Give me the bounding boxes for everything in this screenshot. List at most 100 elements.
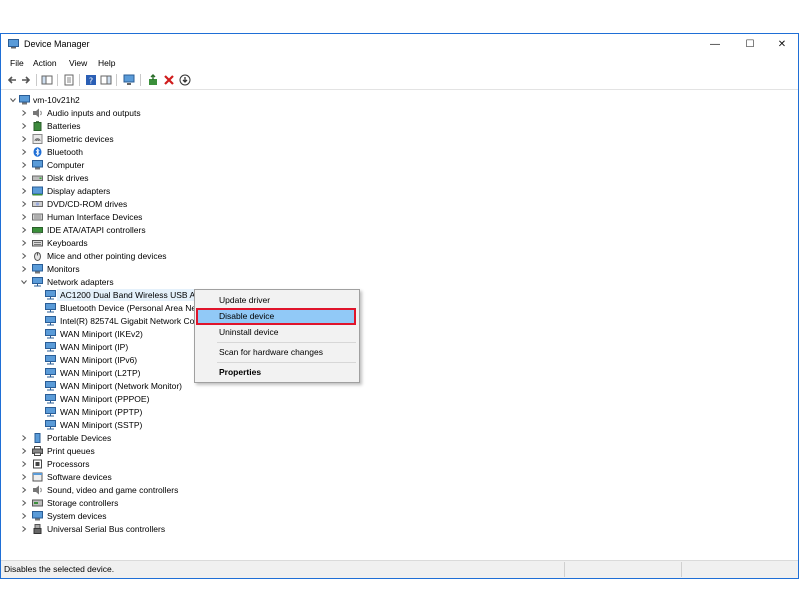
- chevron-right-icon[interactable]: [21, 435, 27, 441]
- back-arrow-icon[interactable]: [6, 74, 18, 86]
- display-adapter-icon: [32, 186, 43, 196]
- chevron-right-icon[interactable]: [21, 240, 27, 246]
- chevron-right-icon[interactable]: [21, 136, 27, 142]
- chevron-right-icon[interactable]: [21, 162, 27, 168]
- tree-category-hid[interactable]: Human Interface Devices: [1, 211, 401, 223]
- context-menu: Update driver Disable device Uninstall d…: [194, 289, 360, 383]
- battery-icon: [33, 121, 42, 131]
- tree-category-biometric[interactable]: Biometric devices: [1, 133, 401, 145]
- chevron-right-icon[interactable]: [21, 214, 27, 220]
- speaker-icon: [33, 485, 42, 495]
- chevron-down-icon[interactable]: [10, 97, 16, 103]
- network-adapter-icon: [45, 342, 56, 352]
- chevron-right-icon[interactable]: [21, 487, 27, 493]
- device-manager-window: Device Manager — ☐ ✕ File Action View He…: [0, 33, 799, 579]
- tree-root-label: vm-10v21h2: [33, 95, 80, 105]
- chevron-right-icon[interactable]: [21, 149, 27, 155]
- tree-category-mice[interactable]: Mice and other pointing devices: [1, 250, 401, 262]
- chevron-right-icon[interactable]: [21, 175, 27, 181]
- tree-root[interactable]: vm-10v21h2: [1, 94, 401, 106]
- menu-file[interactable]: File: [10, 58, 24, 68]
- network-adapter-icon: [45, 381, 56, 391]
- tree-category-label: Universal Serial Bus controllers: [47, 524, 166, 534]
- menu-item-label: Update driver: [219, 295, 271, 305]
- chevron-right-icon[interactable]: [21, 500, 27, 506]
- help-icon[interactable]: ?: [85, 74, 97, 86]
- menu-item-update-driver[interactable]: Update driver: [195, 293, 359, 307]
- menu-action[interactable]: Action: [33, 58, 57, 68]
- tree-device[interactable]: WAN Miniport (PPTP): [1, 406, 401, 418]
- chevron-right-icon[interactable]: [21, 188, 27, 194]
- status-bar: Disables the selected device.: [1, 560, 798, 578]
- menu-item-properties[interactable]: Properties: [195, 365, 359, 379]
- chevron-right-icon[interactable]: [21, 123, 27, 129]
- tree-category-system-devices[interactable]: System devices: [1, 510, 401, 522]
- tree-category-network-adapters[interactable]: Network adapters: [1, 276, 401, 288]
- chevron-right-icon[interactable]: [21, 266, 27, 272]
- chevron-right-icon[interactable]: [21, 526, 27, 532]
- tree-device[interactable]: WAN Miniport (PPPOE): [1, 393, 401, 405]
- tree-category-sound[interactable]: Sound, video and game controllers: [1, 484, 401, 496]
- title-bar[interactable]: Device Manager — ☐ ✕: [1, 34, 798, 55]
- menu-item-disable-device-text[interactable]: Disable device: [195, 309, 359, 323]
- properties-sheet-icon[interactable]: [63, 74, 75, 86]
- chevron-right-icon[interactable]: [21, 448, 27, 454]
- chevron-right-icon[interactable]: [21, 201, 27, 207]
- tree-category-ide[interactable]: IDE ATA/ATAPI controllers: [1, 224, 401, 236]
- show-hide-console-tree-icon[interactable]: [41, 74, 53, 86]
- network-adapter-icon: [45, 316, 56, 326]
- chevron-right-icon[interactable]: [21, 110, 27, 116]
- uninstall-device-icon[interactable]: [163, 74, 175, 86]
- network-adapter-icon: [45, 303, 56, 313]
- tree-category-audio[interactable]: Audio inputs and outputs: [1, 107, 401, 119]
- chevron-right-icon[interactable]: [21, 227, 27, 233]
- tree-category-processors[interactable]: Processors: [1, 458, 401, 470]
- forward-arrow-icon[interactable]: [20, 74, 32, 86]
- menu-view[interactable]: View: [69, 58, 87, 68]
- tree-category-bluetooth[interactable]: Bluetooth: [1, 146, 401, 158]
- tree-device-label: WAN Miniport (L2TP): [60, 368, 141, 378]
- action-pane-icon[interactable]: [100, 74, 112, 86]
- maximize-button[interactable]: ☐: [733, 34, 767, 55]
- keyboard-icon: [32, 240, 43, 247]
- window-title: Device Manager: [24, 39, 90, 49]
- close-button[interactable]: ✕: [765, 34, 799, 55]
- tree-category-print-queues[interactable]: Print queues: [1, 445, 401, 457]
- tree-category-disk-drives[interactable]: Disk drives: [1, 172, 401, 184]
- tree-device-label: WAN Miniport (Network Monitor): [60, 381, 183, 391]
- chevron-right-icon[interactable]: [21, 461, 27, 467]
- tree-category-monitors[interactable]: Monitors: [1, 263, 401, 275]
- tree-device-label: WAN Miniport (SSTP): [60, 420, 143, 430]
- update-driver-icon[interactable]: [147, 74, 159, 86]
- tree-category-keyboards[interactable]: Keyboards: [1, 237, 401, 249]
- tree-category-label: Human Interface Devices: [47, 212, 143, 222]
- menu-help[interactable]: Help: [98, 58, 115, 68]
- chevron-right-icon[interactable]: [21, 513, 27, 519]
- tree-device[interactable]: WAN Miniport (SSTP): [1, 419, 401, 431]
- tree-category-software-devices[interactable]: Software devices: [1, 471, 401, 483]
- tree-device-label: WAN Miniport (PPPOE): [60, 394, 150, 404]
- disable-device-icon[interactable]: [179, 74, 191, 86]
- tree-category-computer[interactable]: Computer: [1, 159, 401, 171]
- tree-category-batteries[interactable]: Batteries: [1, 120, 401, 132]
- tree-device-label: WAN Miniport (IPv6): [60, 355, 138, 365]
- chevron-down-icon[interactable]: [21, 279, 27, 285]
- tree-category-usb[interactable]: Universal Serial Bus controllers: [1, 523, 401, 535]
- tree-category-portable[interactable]: Portable Devices: [1, 432, 401, 444]
- tree-category-label: Portable Devices: [47, 433, 112, 443]
- tree-device-label: Intel(R) 82574L Gigabit Network Con: [60, 316, 200, 326]
- network-adapter-icon: [45, 368, 56, 378]
- tree-category-label: Display adapters: [47, 186, 111, 196]
- tree-category-label: Print queues: [47, 446, 95, 456]
- chevron-right-icon[interactable]: [21, 474, 27, 480]
- chevron-right-icon[interactable]: [21, 253, 27, 259]
- tree-category-dvd[interactable]: DVD/CD-ROM drives: [1, 198, 401, 210]
- tree-category-storage[interactable]: Storage controllers: [1, 497, 401, 509]
- tree-device-label: WAN Miniport (PPTP): [60, 407, 143, 417]
- scan-hardware-icon[interactable]: [123, 74, 135, 86]
- menu-item-uninstall-device[interactable]: Uninstall device: [195, 325, 359, 339]
- minimize-button[interactable]: —: [698, 34, 732, 55]
- menu-item-scan-hardware[interactable]: Scan for hardware changes: [195, 345, 359, 359]
- dvd-drive-icon: [32, 201, 43, 207]
- tree-category-display-adapters[interactable]: Display adapters: [1, 185, 401, 197]
